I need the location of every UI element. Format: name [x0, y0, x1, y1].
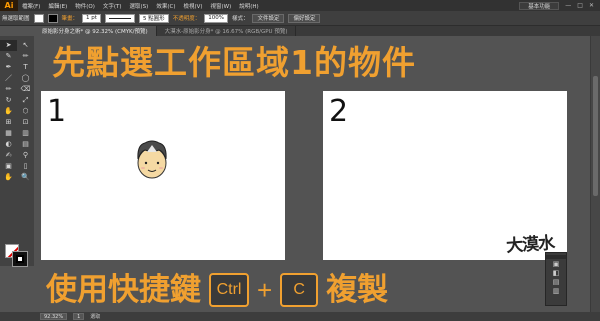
minimize-icon[interactable]: —: [565, 2, 571, 9]
menu-type[interactable]: 文字(T): [99, 2, 126, 10]
stroke-weight-field[interactable]: 1 pt: [82, 13, 101, 23]
document-tabs: 原始影分身之術* @ 92.32% (CMYK/預覽) 大漠水-原始影分身* @…: [34, 26, 600, 36]
fill-swatch[interactable]: [33, 13, 44, 23]
scroll-thumb[interactable]: [593, 76, 598, 196]
vertical-scrollbar[interactable]: [590, 36, 600, 312]
style-label: 樣式：: [231, 16, 249, 22]
menu-window[interactable]: 視窗(W): [207, 2, 236, 10]
app-logo: Ai: [0, 0, 18, 11]
width-tool-icon[interactable]: ✋: [0, 106, 17, 117]
stroke-swatch[interactable]: [47, 13, 58, 23]
opacity-label[interactable]: 不透明度：: [173, 14, 201, 22]
rotate-tool-icon[interactable]: ↻: [0, 95, 17, 106]
plus-sign: +: [257, 274, 273, 305]
slice-tool-icon[interactable]: ▯: [17, 161, 34, 172]
menu-file[interactable]: 檔案(F): [18, 2, 44, 10]
opacity-field[interactable]: 100%: [204, 13, 228, 23]
align-panel-icon[interactable]: ▤: [553, 279, 560, 286]
magic-wand-tool-icon[interactable]: ✎: [0, 51, 17, 62]
menu-bar: Ai 檔案(F) 編輯(E) 物件(O) 文字(T) 選取(S) 效果(C) 檢…: [0, 0, 600, 11]
free-transform-tool-icon[interactable]: ⬡: [17, 106, 34, 117]
pathfinder-panel-icon[interactable]: ▥: [553, 288, 560, 295]
control-bar: 無選取範圍 筆畫： 1 pt 5 點圓形 不透明度： 100% 樣式： 文件設定…: [0, 11, 600, 26]
shortcut-instruction: 使用快捷鍵 Ctrl + C 複製: [46, 270, 388, 310]
perspective-grid-tool-icon[interactable]: ⊡: [17, 117, 34, 128]
floating-panel-dock: ▣ ◧ ▤ ▥: [545, 252, 567, 306]
selection-label: 無選取範圍: [2, 16, 30, 22]
c-key: C: [280, 273, 319, 307]
brush-select[interactable]: 5 點圓形: [138, 13, 169, 23]
type-tool-icon[interactable]: T: [17, 62, 34, 73]
artboard-number: 2: [329, 94, 349, 129]
fill-stroke-widget[interactable]: [3, 242, 31, 268]
preferences-button[interactable]: 偏好設定: [288, 13, 321, 23]
column-graph-tool-icon[interactable]: ⚲: [17, 150, 34, 161]
status-mode: 選取: [90, 314, 101, 320]
eyedropper-tool-icon[interactable]: ◐: [0, 139, 17, 150]
instruction-suffix: 複製: [326, 271, 389, 308]
symbol-sprayer-tool-icon[interactable]: ✍: [0, 150, 17, 161]
menu-effect[interactable]: 效果(C): [152, 2, 179, 10]
instruction-prefix: 使用快捷鍵: [46, 271, 201, 308]
artboards-panel-icon[interactable]: ▣: [553, 261, 560, 268]
eraser-tool-icon[interactable]: ⌫: [17, 84, 34, 95]
ellipse-tool-icon[interactable]: ◯: [17, 73, 34, 84]
pen-tool-icon[interactable]: ✒: [0, 62, 17, 73]
blend-tool-icon[interactable]: ▤: [17, 139, 34, 150]
menu-help[interactable]: 說明(H): [235, 2, 262, 10]
stroke-profile-select[interactable]: [104, 13, 135, 23]
selection-tool-icon[interactable]: ➤: [0, 40, 17, 51]
zoom-tool-icon[interactable]: 🔍: [17, 172, 34, 183]
tools-panel: ➤ ↖ ✎ ✏ ✒ T ／ ◯ ✏ ⌫ ↻ ⤢ ✋ ⬡ ⊞ ⊡ ▦ ▥ ◐ ▤ …: [0, 36, 34, 268]
close-icon[interactable]: ✕: [589, 2, 594, 9]
status-bar: 92.32% 1 選取: [0, 312, 600, 321]
gradient-tool-icon[interactable]: ▥: [17, 128, 34, 139]
zoom-field[interactable]: 92.32%: [40, 313, 68, 320]
character-face-icon[interactable]: [135, 139, 169, 179]
mesh-tool-icon[interactable]: ▦: [0, 128, 17, 139]
instruction-headline: 先點選工作區域1的物件: [52, 43, 416, 82]
menu-view[interactable]: 檢視(V): [179, 2, 206, 10]
artboard-number: 1: [47, 94, 67, 129]
menu-select[interactable]: 選取(S): [126, 2, 153, 10]
workspace-switcher[interactable]: 基本功能: [519, 1, 560, 10]
tab-document-1[interactable]: 原始影分身之術* @ 92.32% (CMYK/預覽): [34, 26, 157, 36]
maximize-icon[interactable]: □: [577, 2, 583, 9]
scale-tool-icon[interactable]: ⤢: [17, 95, 34, 106]
direct-selection-tool-icon[interactable]: ↖: [17, 40, 34, 51]
tab-document-2[interactable]: 大漠水-原始影分身* @ 16.67% (RGB/GPU 預覽): [157, 26, 297, 36]
artboard-1[interactable]: 1: [41, 91, 285, 260]
menu-edit[interactable]: 編輯(E): [44, 2, 71, 10]
line-tool-icon[interactable]: ／: [0, 73, 17, 84]
pencil-tool-icon[interactable]: ✏: [0, 84, 17, 95]
artboard-page-field[interactable]: 1: [73, 313, 85, 320]
panel-grip[interactable]: [546, 255, 566, 259]
hand-tool-icon[interactable]: ✋: [0, 172, 17, 183]
shape-builder-tool-icon[interactable]: ⊞: [0, 117, 17, 128]
stroke-label[interactable]: 筆畫：: [62, 14, 79, 22]
lasso-tool-icon[interactable]: ✏: [17, 51, 34, 62]
menu-right: 基本功能 — □ ✕: [519, 0, 594, 11]
doc-setup-button[interactable]: 文件設定: [252, 13, 285, 23]
artboard-tool-icon[interactable]: ▣: [0, 161, 17, 172]
stroke-black-icon[interactable]: [12, 251, 28, 267]
layers-panel-icon[interactable]: ◧: [553, 270, 560, 277]
ctrl-key: Ctrl: [209, 273, 249, 307]
menu-object[interactable]: 物件(O): [71, 2, 99, 10]
